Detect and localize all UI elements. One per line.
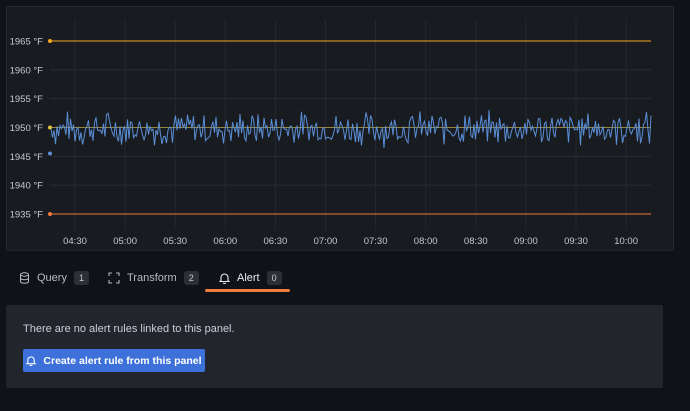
x-tick-label: 05:30 <box>163 236 187 247</box>
y-tick-label: 1935 °F <box>10 210 44 221</box>
tab-alert-count: 0 <box>266 271 282 285</box>
x-tick-label: 09:00 <box>514 236 538 247</box>
create-alert-rule-label: Create alert rule from this panel <box>43 354 202 367</box>
y-tick-label: 1950 °F <box>10 123 44 134</box>
y-tick-label: 1955 °F <box>10 94 44 105</box>
x-tick-label: 10:00 <box>614 236 638 247</box>
tab-alert-label: Alert <box>237 272 260 284</box>
measurement-start-marker <box>48 151 52 156</box>
x-tick-label: 05:00 <box>113 236 137 247</box>
alert-empty-state: There are no alert rules linked to this … <box>6 305 663 388</box>
y-tick-label: 1960 °F <box>10 65 44 76</box>
tab-transform-count: 2 <box>183 271 199 285</box>
x-tick-label: 07:30 <box>364 236 388 247</box>
x-tick-label: 09:30 <box>564 236 588 247</box>
transform-icon <box>107 271 121 285</box>
y-tick-label: 1940 °F <box>10 181 44 192</box>
bell-icon <box>217 271 231 285</box>
y-tick-label: 1965 °F <box>10 37 44 48</box>
tab-query-label: Query <box>37 272 67 284</box>
database-icon <box>17 271 31 285</box>
tab-transform-label: Transform <box>127 272 177 284</box>
bell-icon <box>26 355 37 366</box>
x-tick-label: 06:00 <box>213 236 237 247</box>
x-tick-label: 04:30 <box>63 236 87 247</box>
upper-threshold-marker <box>48 39 52 43</box>
x-tick-label: 06:30 <box>264 236 288 247</box>
x-tick-label: 07:00 <box>314 236 338 247</box>
no-alert-rules-message: There are no alert rules linked to this … <box>23 323 235 335</box>
graph-panel: 1965 °F 1960 °F 1955 °F 1950 °F 1945 °F 1940 … <box>6 6 674 251</box>
y-tick-label: 1945 °F <box>10 152 44 163</box>
x-tick-label: 08:30 <box>464 236 488 247</box>
time-series-chart: 1965 °F 1960 °F 1955 °F 1950 °F 1945 °F 1940 … <box>10 19 652 247</box>
lower-threshold-marker <box>48 212 52 216</box>
tab-transform[interactable]: Transform 2 <box>107 262 199 294</box>
tab-query[interactable]: Query 1 <box>17 262 89 294</box>
active-tab-indicator <box>205 289 290 292</box>
measurement-series-line <box>50 110 652 148</box>
tab-query-count: 1 <box>73 271 89 285</box>
panel-editor-tabs: Query 1 Transform 2 Alert 0 <box>0 262 690 294</box>
create-alert-rule-button[interactable]: Create alert rule from this panel <box>23 349 205 372</box>
x-tick-label: 08:00 <box>414 236 438 247</box>
